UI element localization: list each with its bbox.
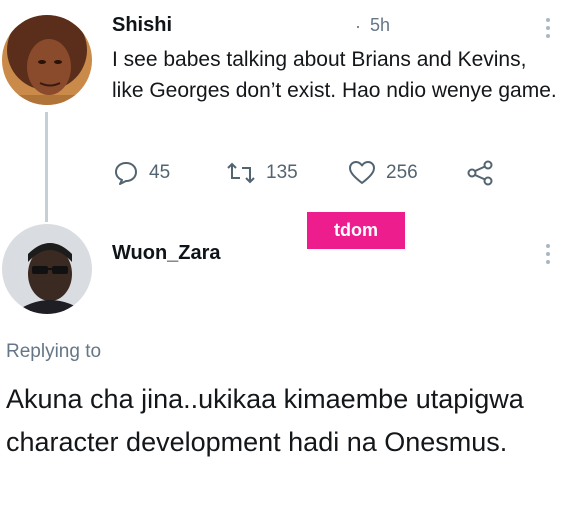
reply-button[interactable]: 45 bbox=[113, 160, 170, 186]
tweet-timestamp[interactable]: 5h bbox=[370, 15, 390, 36]
tweet-author-name[interactable]: Shishi bbox=[112, 14, 172, 37]
share-icon bbox=[467, 160, 493, 186]
reply-author-name[interactable]: Wuon_Zara bbox=[112, 242, 221, 265]
reply-more-button[interactable] bbox=[546, 244, 550, 264]
tweet-text: I see babes talking about Brians and Kev… bbox=[112, 48, 557, 102]
reply-text: Akuna cha jina..ukikaa kimaembe utapigwa… bbox=[6, 384, 524, 457]
kebab-icon bbox=[546, 244, 550, 248]
watermark-tag: tdom bbox=[307, 212, 405, 249]
kebab-icon bbox=[546, 18, 550, 22]
retweet-count: 135 bbox=[266, 162, 298, 183]
tweet-more-button[interactable] bbox=[546, 18, 550, 38]
speech-bubble-icon bbox=[115, 162, 137, 185]
avatar-shishi[interactable] bbox=[2, 15, 92, 105]
retweet-icon bbox=[227, 162, 255, 184]
like-button[interactable]: 256 bbox=[348, 160, 418, 186]
reply-count: 45 bbox=[149, 162, 171, 183]
retweet-button[interactable]: 135 bbox=[226, 160, 298, 186]
avatar-wuon-zara[interactable] bbox=[2, 224, 92, 314]
thread-line bbox=[45, 112, 48, 222]
replying-to-label: Replying to bbox=[6, 341, 102, 362]
heart-icon bbox=[349, 161, 375, 184]
like-count: 256 bbox=[386, 162, 418, 183]
share-button[interactable] bbox=[466, 160, 494, 191]
tweet-time-separator: · bbox=[355, 16, 361, 36]
